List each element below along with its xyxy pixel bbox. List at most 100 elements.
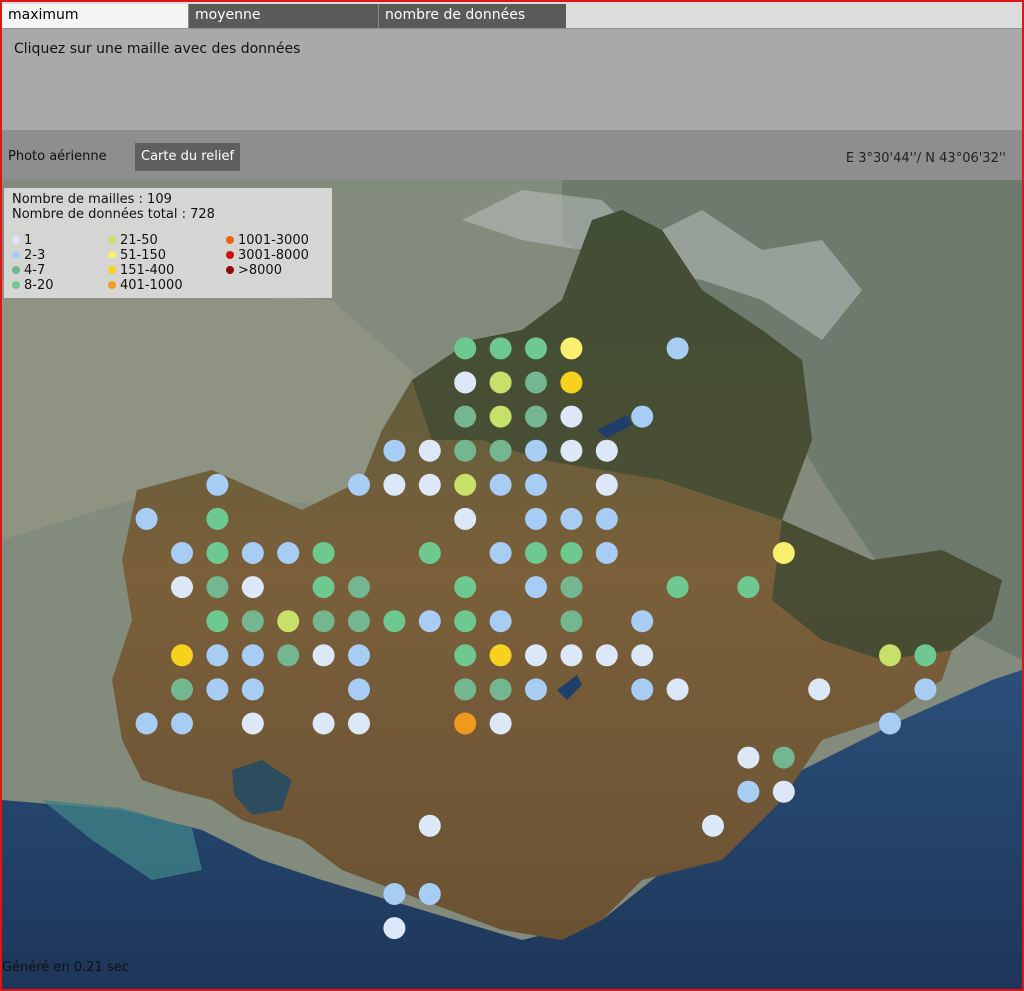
grid-cell[interactable]	[312, 576, 335, 599]
grid-cell[interactable]	[560, 507, 583, 530]
grid-cell[interactable]	[418, 883, 441, 905]
grid-cell[interactable]	[489, 542, 512, 564]
grid-cell[interactable]	[454, 644, 477, 667]
grid-cell[interactable]	[454, 439, 477, 462]
grid-cell[interactable]	[312, 712, 335, 735]
grid-cell[interactable]	[595, 473, 618, 496]
grid-cell[interactable]	[808, 678, 831, 701]
grid-cell[interactable]	[206, 610, 229, 633]
grid-cell[interactable]	[525, 405, 547, 428]
grid-cell[interactable]	[241, 644, 264, 667]
grid-cell[interactable]	[277, 542, 300, 564]
grid-cell[interactable]	[241, 542, 264, 564]
grid-cell[interactable]	[595, 507, 618, 530]
grid-cell[interactable]	[348, 576, 370, 599]
grid-cell[interactable]	[631, 644, 654, 667]
grid-cell[interactable]	[171, 678, 193, 701]
grid-cell[interactable]	[560, 610, 583, 633]
grid-cell[interactable]	[560, 371, 583, 394]
grid-cell[interactable]	[772, 746, 795, 769]
grid-cell[interactable]	[206, 542, 229, 564]
grid-cell[interactable]	[418, 814, 441, 837]
grid-cell[interactable]	[241, 610, 264, 633]
grid-cell[interactable]	[418, 473, 441, 496]
grid-cell[interactable]	[489, 712, 512, 735]
grid-cell[interactable]	[631, 405, 654, 428]
grid-cell[interactable]	[383, 473, 406, 496]
grid-cell[interactable]	[454, 712, 477, 735]
grid-cell[interactable]	[418, 542, 441, 564]
grid-cell[interactable]	[206, 507, 229, 530]
grid-cell[interactable]	[879, 712, 901, 735]
grid-cell[interactable]	[489, 644, 512, 667]
grid-cell[interactable]	[348, 678, 370, 701]
grid-cell[interactable]	[348, 712, 370, 735]
grid-cell[interactable]	[525, 439, 547, 462]
grid-cell[interactable]	[560, 644, 583, 667]
grid-cell[interactable]	[383, 917, 406, 940]
grid-cell[interactable]	[241, 576, 264, 599]
grid-cell[interactable]	[489, 371, 512, 394]
grid-cell[interactable]	[560, 439, 583, 462]
grid-cell[interactable]	[560, 542, 583, 564]
grid-cell[interactable]	[135, 712, 158, 735]
grid-cell[interactable]	[595, 542, 618, 564]
grid-cell[interactable]	[454, 507, 477, 530]
grid-cell[interactable]	[737, 576, 760, 599]
grid-cell[interactable]	[206, 576, 229, 599]
grid-cell[interactable]	[525, 644, 547, 667]
grid-cell[interactable]	[489, 405, 512, 428]
grid-cell[interactable]	[525, 337, 547, 360]
grid-cell[interactable]	[631, 610, 654, 633]
grid-cell[interactable]	[454, 678, 477, 701]
grid-cell[interactable]	[595, 439, 618, 462]
grid-cell[interactable]	[560, 576, 583, 599]
grid-cell[interactable]	[418, 610, 441, 633]
grid-cell[interactable]	[206, 644, 229, 667]
map-view[interactable]: Nombre de mailles : 109 Nombre de donnée…	[2, 180, 1022, 989]
grid-cell[interactable]	[206, 678, 229, 701]
grid-cell[interactable]	[312, 644, 335, 667]
grid-cell[interactable]	[383, 439, 406, 462]
aerial-photo-button[interactable]: Photo aérienne	[2, 143, 113, 171]
grid-cell[interactable]	[772, 780, 795, 803]
grid-cell[interactable]	[418, 439, 441, 462]
grid-cell[interactable]	[525, 507, 547, 530]
grid-cell[interactable]	[560, 405, 583, 428]
grid-cell[interactable]	[560, 337, 583, 360]
grid-cell[interactable]	[171, 576, 193, 599]
grid-cell[interactable]	[666, 337, 689, 360]
grid-cell[interactable]	[206, 473, 229, 496]
grid-cell[interactable]	[383, 883, 406, 905]
tab-moyenne[interactable]: moyenne	[188, 4, 378, 28]
grid-cell[interactable]	[525, 678, 547, 701]
grid-cell[interactable]	[312, 610, 335, 633]
grid-cell[interactable]	[348, 473, 370, 496]
grid-cell[interactable]	[241, 712, 264, 735]
grid-cell[interactable]	[454, 576, 477, 599]
grid-cell[interactable]	[489, 439, 512, 462]
grid-cell[interactable]	[525, 473, 547, 496]
tab-nombre-de-donnees[interactable]: nombre de données	[378, 4, 566, 28]
grid-cell[interactable]	[454, 405, 477, 428]
grid-cell[interactable]	[171, 542, 193, 564]
grid-cell[interactable]	[489, 473, 512, 496]
grid-cell[interactable]	[666, 678, 689, 701]
relief-map-button[interactable]: Carte du relief	[135, 143, 241, 171]
grid-cell[interactable]	[914, 678, 937, 701]
grid-cell[interactable]	[772, 542, 795, 564]
grid-cell[interactable]	[702, 814, 724, 837]
grid-cell[interactable]	[135, 507, 158, 530]
grid-cell[interactable]	[489, 610, 512, 633]
grid-cell[interactable]	[737, 746, 760, 769]
grid-cell[interactable]	[171, 712, 193, 735]
grid-cell[interactable]	[171, 644, 193, 667]
grid-cell[interactable]	[525, 542, 547, 564]
grid-cell[interactable]	[454, 371, 477, 394]
grid-cell[interactable]	[348, 644, 370, 667]
grid-cell[interactable]	[383, 610, 406, 633]
grid-cell[interactable]	[348, 610, 370, 633]
grid-cell[interactable]	[525, 371, 547, 394]
grid-cell[interactable]	[277, 644, 300, 667]
grid-cell[interactable]	[454, 610, 477, 633]
